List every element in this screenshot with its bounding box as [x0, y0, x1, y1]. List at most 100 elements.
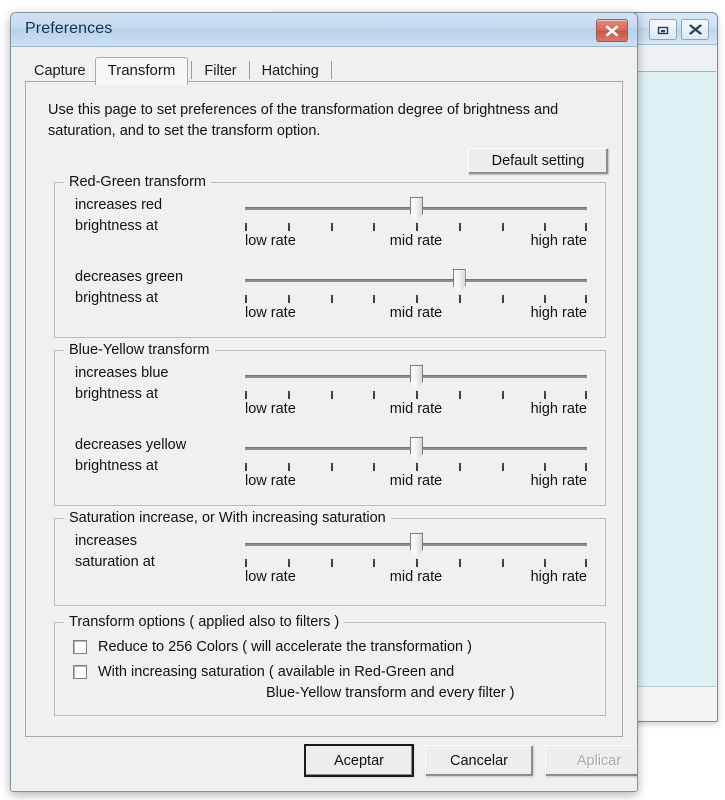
dialog-footer: Aceptar Cancelar Aplicar	[25, 743, 637, 781]
slider-tick	[458, 223, 461, 231]
slider-thumb[interactable]	[452, 269, 466, 295]
slider-row-increases-saturation: increases saturation at low rate mid rate…	[55, 527, 605, 593]
slider-tick	[373, 295, 376, 303]
dialog-close-button[interactable]	[596, 19, 628, 42]
slider-decreases-yellow[interactable]: low rate mid rate high rate	[245, 433, 587, 495]
slider-tick	[501, 391, 504, 399]
dialog-body: Capture Transform Filter Hatching Use th…	[11, 47, 637, 791]
slider-increases-red[interactable]: low rate mid rate high rate	[245, 193, 587, 255]
slider-tick	[585, 391, 587, 399]
slider-ticks	[245, 463, 587, 472]
slider-scale: low rate mid rate high rate	[245, 401, 587, 421]
slider-scale: low rate mid rate high rate	[245, 233, 587, 253]
accept-button[interactable]: Aceptar	[304, 744, 414, 777]
slider-tick	[373, 391, 376, 399]
tab-separator	[191, 61, 193, 79]
slider-ticks	[245, 223, 587, 232]
slider-ticks	[245, 391, 587, 400]
scale-label-high: high rate	[530, 233, 587, 249]
slider-tick	[416, 391, 418, 399]
slider-label: increases saturation at	[75, 533, 155, 570]
slider-increases-blue[interactable]: low rate mid rate high rate	[245, 361, 587, 423]
checkbox-with-increasing-saturation[interactable]	[73, 665, 87, 679]
slider-tick	[330, 295, 333, 303]
slider-thumb[interactable]	[410, 437, 423, 463]
group-blue-yellow-transform: Blue-Yellow transform increases blue brig…	[54, 342, 606, 506]
minimize-button[interactable]	[649, 19, 677, 40]
group-red-green-transform: Red-Green transform increases red brightn…	[54, 174, 606, 338]
slider-tick	[416, 559, 418, 567]
slider-tick	[373, 559, 376, 567]
slider-track[interactable]	[245, 279, 587, 282]
group-legend: Saturation increase, or With increasing …	[64, 510, 391, 526]
slider-tick	[501, 295, 504, 303]
slider-tick	[585, 559, 587, 567]
slider-label: increases blue brightness at	[75, 365, 169, 402]
slider-tick	[501, 463, 504, 471]
checkbox-reduce-to-256-colors[interactable]	[73, 640, 87, 654]
preferences-dialog[interactable]: Preferences Capture Transform Filter Hat…	[10, 12, 638, 792]
group-transform-options: Transform options ( applied also to filt…	[54, 614, 606, 716]
checkbox-label: With increasing saturation ( available i…	[98, 662, 514, 704]
tab-page-transform: Use this page to set preferences of the …	[25, 81, 623, 737]
slider-tick	[585, 223, 587, 231]
dialog-title: Preferences	[25, 20, 113, 37]
slider-tick	[458, 463, 461, 471]
slider-tick	[373, 223, 376, 231]
slider-tick	[416, 295, 418, 303]
tab-capture[interactable]: Capture	[25, 60, 95, 83]
slider-row-decreases-green: decreases green brightness at low rate mi…	[55, 263, 605, 329]
page-description: Use this page to set preferences of the …	[48, 102, 559, 139]
scale-label-mid: mid rate	[389, 473, 443, 489]
slider-thumb[interactable]	[410, 197, 423, 223]
slider-label: decreases yellow brightness at	[75, 437, 187, 474]
close-button[interactable]	[681, 19, 709, 40]
scale-label-low: low rate	[245, 305, 296, 321]
slider-tick	[416, 463, 418, 471]
scale-label-mid: mid rate	[389, 233, 443, 249]
checkbox-row-reduce-colors[interactable]: Reduce to 256 Colors ( will accelerate t…	[73, 637, 593, 658]
slider-tick	[245, 391, 247, 399]
tab-separator	[330, 61, 332, 79]
checkbox-label-line1: Reduce to 256 Colors ( will accelerate t…	[98, 639, 472, 655]
minimize-icon	[657, 25, 669, 35]
scale-label-low: low rate	[245, 569, 296, 585]
tabstrip: Capture Transform Filter Hatching	[25, 57, 623, 85]
slider-tick	[245, 559, 247, 567]
close-icon	[688, 24, 702, 35]
slider-tick	[458, 295, 461, 303]
checkbox-label: Reduce to 256 Colors ( will accelerate t…	[98, 637, 472, 658]
tab-hatching[interactable]: Hatching	[253, 60, 328, 83]
slider-tick	[245, 295, 247, 303]
background-window-controls	[649, 19, 709, 40]
scale-label-mid: mid rate	[389, 569, 443, 585]
slider-tick	[544, 223, 547, 231]
checkbox-label-line1: With increasing saturation ( available i…	[98, 664, 455, 680]
slider-thumb[interactable]	[410, 365, 423, 391]
tab-separator	[248, 61, 250, 79]
slider-tick	[416, 223, 418, 231]
dialog-titlebar[interactable]: Preferences	[11, 13, 637, 47]
scale-label-low: low rate	[245, 401, 296, 417]
slider-ticks	[245, 559, 587, 568]
cancel-button[interactable]: Cancelar	[425, 745, 533, 776]
tab-transform[interactable]: Transform	[94, 57, 189, 85]
slider-ticks	[245, 295, 587, 304]
tab-filter[interactable]: Filter	[195, 60, 245, 83]
slider-tick	[458, 391, 461, 399]
slider-row-decreases-yellow: decreases yellow brightness at low rate m…	[55, 431, 605, 497]
close-icon	[605, 25, 619, 37]
slider-label: decreases green brightness at	[75, 269, 184, 306]
slider-scale: low rate mid rate high rate	[245, 305, 587, 325]
slider-tick	[245, 223, 247, 231]
slider-decreases-green[interactable]: low rate mid rate high rate	[245, 265, 587, 327]
slider-row-increases-blue: increases blue brightness at low rate mid…	[55, 359, 605, 425]
screen: Preferences Capture Transform Filter Hat…	[0, 0, 725, 800]
slider-increases-saturation[interactable]: low rate mid rate high rate	[245, 529, 587, 591]
slider-tick	[458, 559, 461, 567]
slider-tick	[544, 391, 547, 399]
checkbox-row-with-increasing-saturation[interactable]: With increasing saturation ( available i…	[73, 662, 593, 704]
default-setting-button[interactable]: Default setting	[468, 148, 608, 174]
scale-label-mid: mid rate	[389, 305, 443, 321]
slider-thumb[interactable]	[410, 533, 423, 559]
